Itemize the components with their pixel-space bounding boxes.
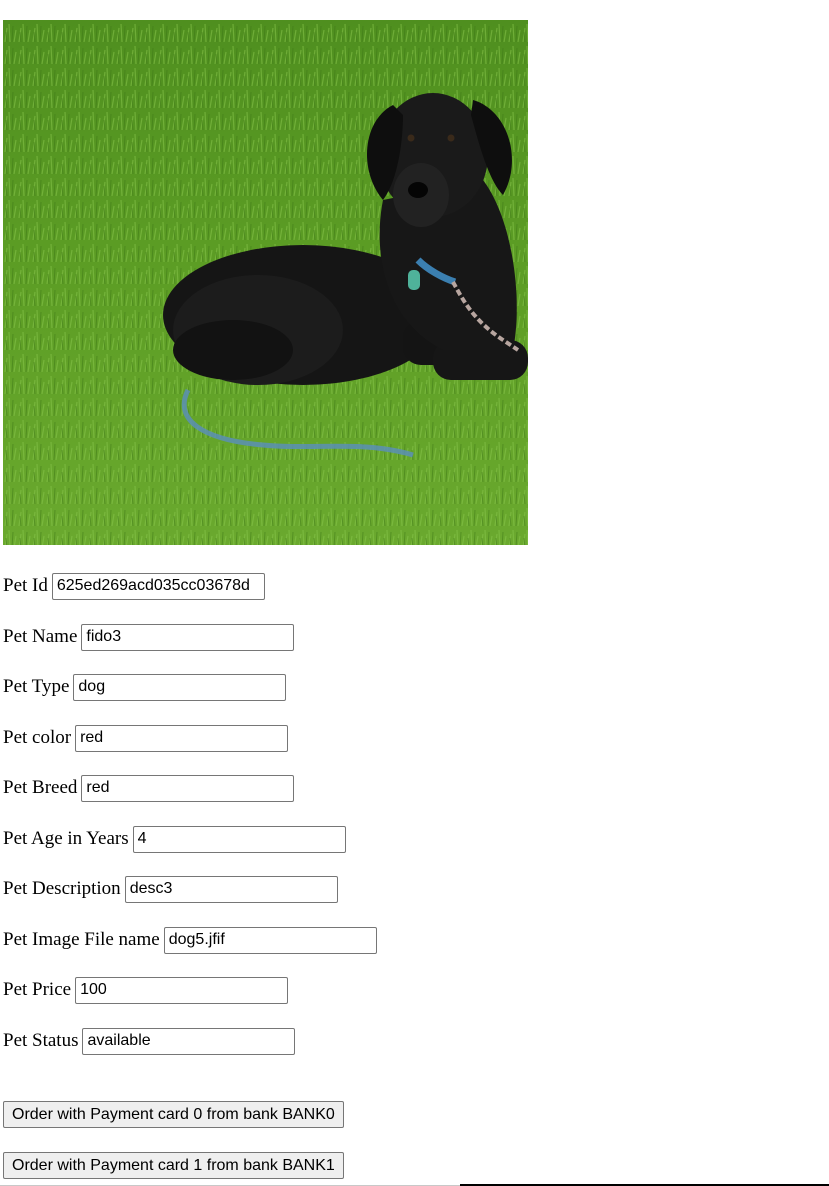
pet-breed-input[interactable] xyxy=(81,774,295,802)
order-card-0-button[interactable]: Order with Payment card 0 from bank BANK… xyxy=(3,1101,344,1128)
field-row-pet-name: Pet Name xyxy=(3,623,295,651)
field-row-pet-description: Pet Description xyxy=(3,875,338,903)
pet-price-input[interactable] xyxy=(75,976,289,1004)
field-row-pet-type: Pet Type xyxy=(3,673,287,701)
order-card-1-button[interactable]: Order with Payment card 1 from bank BANK… xyxy=(3,1152,344,1179)
pet-status-input[interactable] xyxy=(82,1027,296,1055)
pet-color-label: Pet color xyxy=(3,727,72,748)
pet-name-label: Pet Name xyxy=(3,626,78,647)
field-row-pet-age: Pet Age in Years xyxy=(3,825,346,853)
pet-description-input[interactable] xyxy=(124,875,338,903)
pet-breed-label: Pet Breed xyxy=(3,777,78,798)
pet-image-file-name-input[interactable] xyxy=(163,926,377,954)
pet-status-label: Pet Status xyxy=(3,1030,79,1051)
pet-type-label: Pet Type xyxy=(3,676,70,697)
field-row-pet-id: Pet Id xyxy=(3,572,265,600)
pet-image-file-name-label: Pet Image File name xyxy=(3,929,160,950)
field-row-pet-color: Pet color xyxy=(3,724,289,752)
pet-age-input[interactable] xyxy=(132,825,346,853)
field-row-pet-image-file-name: Pet Image File name xyxy=(3,926,377,954)
pet-age-label: Pet Age in Years xyxy=(3,828,129,849)
field-row-pet-price: Pet Price xyxy=(3,976,289,1004)
field-row-pet-breed: Pet Breed xyxy=(3,774,295,802)
pet-name-input[interactable] xyxy=(81,623,295,651)
pet-id-label: Pet Id xyxy=(3,575,48,596)
field-row-pet-status: Pet Status xyxy=(3,1027,296,1055)
pet-description-label: Pet Description xyxy=(3,878,121,899)
pet-image xyxy=(3,20,528,545)
pet-color-input[interactable] xyxy=(75,724,289,752)
pet-type-input[interactable] xyxy=(73,673,287,701)
pet-price-label: Pet Price xyxy=(3,979,72,1000)
pet-id-input[interactable] xyxy=(51,572,265,600)
